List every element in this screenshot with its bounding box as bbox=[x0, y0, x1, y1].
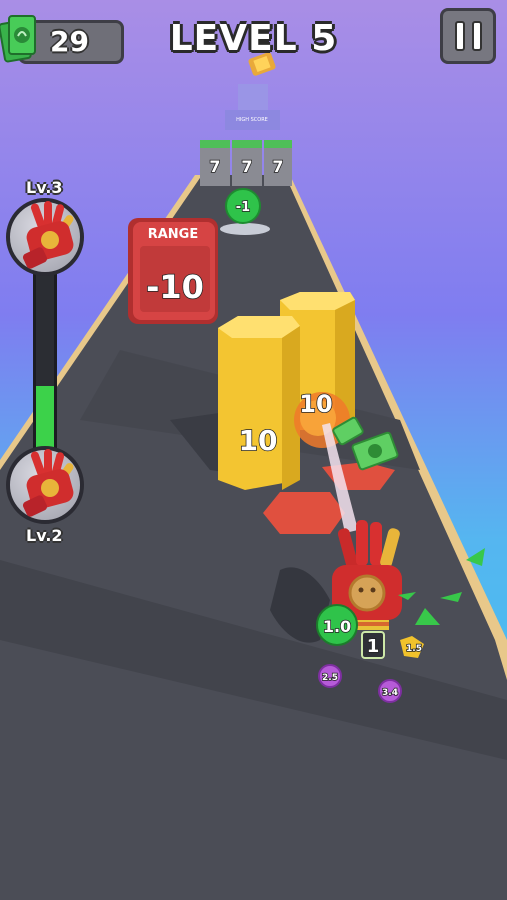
pause-icon bbox=[455, 21, 465, 51]
next-level-badge bbox=[6, 198, 84, 276]
glove-icon bbox=[22, 201, 74, 269]
green-orb-value: -1 bbox=[236, 200, 250, 215]
pause-button[interactable] bbox=[440, 8, 496, 64]
range-gate: RANGE -10 bbox=[128, 218, 218, 324]
finish-sign: HIGH SCORE bbox=[236, 117, 268, 123]
level-progress-bar bbox=[33, 250, 57, 460]
level-title: LEVEL 5 bbox=[169, 18, 338, 59]
pause-icon bbox=[472, 21, 482, 51]
track bbox=[0, 175, 507, 900]
stat-orb-value: 1.0 bbox=[323, 617, 351, 636]
next-level-label: Lv.3 bbox=[26, 178, 63, 197]
pillar-front bbox=[218, 316, 300, 490]
hex-pad bbox=[263, 492, 345, 534]
small-orb-value: 3.4 bbox=[382, 688, 398, 698]
block-value: 7 bbox=[272, 157, 283, 176]
small-orb-value: 2.5 bbox=[322, 673, 338, 683]
block-value: 7 bbox=[241, 157, 252, 176]
current-level-badge bbox=[6, 446, 84, 524]
orb-pad bbox=[220, 223, 270, 235]
level-tag-value: 1 bbox=[367, 636, 380, 657]
range-gate-value: -10 bbox=[146, 268, 204, 306]
block-value: 7 bbox=[209, 157, 220, 176]
distant-blocks: 7 7 7 bbox=[200, 140, 292, 186]
glove-icon bbox=[22, 449, 74, 517]
range-gate-title: RANGE bbox=[148, 227, 199, 242]
current-level-label: Lv.2 bbox=[26, 526, 63, 545]
small-orb-value: 1.5 bbox=[406, 644, 422, 654]
pillar-value: 10 bbox=[239, 424, 278, 457]
burst-value: 10 bbox=[299, 390, 332, 418]
